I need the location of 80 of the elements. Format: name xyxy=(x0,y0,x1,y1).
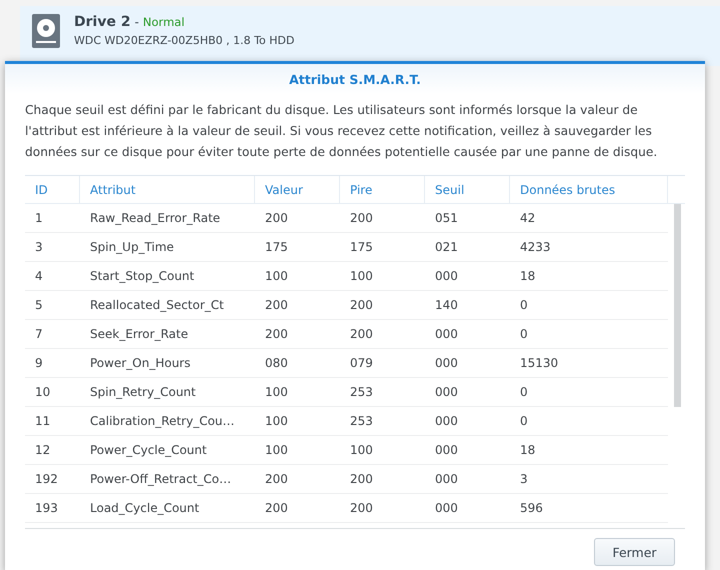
table-cell-text: 11 xyxy=(34,413,52,430)
table-cell-text: Spin_Up_Time xyxy=(89,239,175,256)
table-cell-text: 4233 xyxy=(519,239,552,256)
table-cell-text: 192 xyxy=(34,471,59,488)
column-header[interactable]: Données brutes xyxy=(510,176,668,203)
table-cell-text: 10 xyxy=(34,384,52,401)
table-cell-text: 080 xyxy=(264,355,289,372)
table-cell-text: 021 xyxy=(434,239,459,256)
table-cell-text: 000 xyxy=(434,413,459,430)
description-text: Chaque seuil est défini par le fabricant du disque. Les utilisateurs sont informés lorsque la valeur de l'attribut est inférieure à la valeur de seuil. Si vous recevez cette notification, veillez à sauvegarder les données sur ce disque pour éviter toute perte de données potentielle causée par une panne de disque. xyxy=(25,102,658,161)
column-header[interactable]: ID xyxy=(25,176,80,203)
table-cell-text: 596 xyxy=(519,500,544,517)
table-cell-text: 100 xyxy=(264,268,289,285)
table-cell-text: 12 xyxy=(34,442,52,459)
table-cell-text: 0 xyxy=(519,326,529,343)
table-cell-text: 200 xyxy=(264,210,289,227)
table-cell-text: 200 xyxy=(349,297,374,314)
table-cell-text: 051 xyxy=(434,210,459,227)
table-cell-text: 0 xyxy=(519,413,529,430)
table-cell-text: 253 xyxy=(349,384,374,401)
table-cell-text: 000 xyxy=(434,500,459,517)
dialog-title: Attribut S.M.A.R.T. xyxy=(289,72,421,86)
table-cell-text: 3 xyxy=(34,239,44,256)
table-cell-text: 9 xyxy=(34,355,44,372)
table-cell-text: 7 xyxy=(34,326,44,343)
table-cell-text: 200 xyxy=(349,210,374,227)
drive-model: WDC WD20EZRZ-00Z5HB0 , 1.8 To HDD xyxy=(74,34,294,47)
table-cell-text: 000 xyxy=(434,268,459,285)
table-cell-text: 0 xyxy=(519,384,529,401)
table-cell-text: 100 xyxy=(264,413,289,430)
table-cell-text: 200 xyxy=(264,471,289,488)
table-cell-text: 200 xyxy=(349,471,374,488)
table-cell-text: 100 xyxy=(349,268,374,285)
table-cell-text: 100 xyxy=(264,384,289,401)
table-cell-text: 200 xyxy=(349,500,374,517)
scrollbar-thumb[interactable] xyxy=(674,204,681,407)
table-cell-text: 15130 xyxy=(519,355,560,372)
table-cell-text: Power-Off_Retract_Co… xyxy=(89,471,232,488)
table-cell-text: 5 xyxy=(34,297,44,314)
table-cell-text: 200 xyxy=(264,500,289,517)
table-cell-text: Reallocated_Sector_Ct xyxy=(89,297,225,314)
table-cell-text: 200 xyxy=(264,326,289,343)
column-header[interactable]: Valeur xyxy=(255,176,340,203)
table-cell-text: 100 xyxy=(349,442,374,459)
table-cell-text: Raw_Read_Error_Rate xyxy=(89,210,222,227)
table-cell-text: 175 xyxy=(264,239,289,256)
table-cell-text: 000 xyxy=(434,442,459,459)
table-cell-text: 200 xyxy=(264,297,289,314)
table-cell-text: 000 xyxy=(434,471,459,488)
table-cell-text: Start_Stop_Count xyxy=(89,268,196,285)
column-header[interactable]: Seuil xyxy=(425,176,510,203)
separator: - xyxy=(134,15,139,29)
table-cell-text: Spin_Retry_Count xyxy=(89,384,197,401)
table-cell-text: 100 xyxy=(264,442,289,459)
table-cell-text: 1 xyxy=(34,210,44,227)
table-cell-text: 140 xyxy=(434,297,459,314)
table-cell-text: 42 xyxy=(519,210,536,227)
table-cell-text: Load_Cycle_Count xyxy=(89,500,200,517)
table-cell-text: 000 xyxy=(434,355,459,372)
table-cell-text: 193 xyxy=(34,500,59,517)
table-cell-text: Seek_Error_Rate xyxy=(89,326,190,343)
table-cell-text: 18 xyxy=(519,268,536,285)
table-cell-text: 18 xyxy=(519,442,536,459)
table-cell-text: 0 xyxy=(519,297,529,314)
column-header[interactable]: Attribut xyxy=(80,176,255,203)
table-cell-text: 000 xyxy=(434,326,459,343)
table-cell-text: 4 xyxy=(34,268,44,285)
close-button[interactable]: Fermer xyxy=(594,538,675,566)
column-header[interactable]: Pire xyxy=(340,176,425,203)
table-cell-text: Calibration_Retry_Cou… xyxy=(89,413,236,430)
table-cell-text: Power_On_Hours xyxy=(89,355,192,372)
table-cell-text: 3 xyxy=(519,471,529,488)
drive-name: Drive 2 xyxy=(74,14,131,30)
table-cell-text: 200 xyxy=(349,326,374,343)
table-cell-text: 253 xyxy=(349,413,374,430)
table-cell-text: Power_Cycle_Count xyxy=(89,442,208,459)
table-cell-text: 175 xyxy=(349,239,374,256)
table-cell-text: 000 xyxy=(434,384,459,401)
table-cell-text: 079 xyxy=(349,355,374,372)
drive-status: Normal xyxy=(142,15,185,29)
